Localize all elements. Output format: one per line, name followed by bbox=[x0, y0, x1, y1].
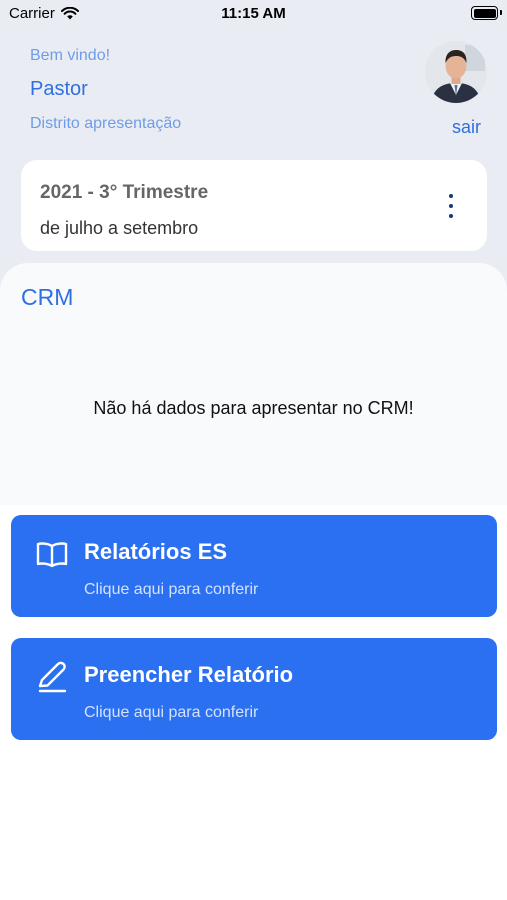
battery-tip bbox=[500, 10, 502, 15]
fill-report-title: Preencher Relatório bbox=[84, 662, 294, 687]
battery-icon bbox=[471, 6, 498, 20]
welcome-text: Bem vindo! bbox=[30, 47, 111, 64]
status-bar: Carrier 11:15 AM bbox=[0, 0, 507, 28]
clock: 11:15 AM bbox=[221, 5, 286, 22]
crm-empty-message: Não há dados para apresentar no CRM! bbox=[93, 398, 414, 418]
user-role: Pastor bbox=[30, 78, 88, 100]
period-title: 2021 - 3° Trimestre bbox=[40, 182, 209, 203]
reports-es-subtitle: Clique aqui para conferir bbox=[84, 581, 259, 598]
header-background bbox=[0, 0, 507, 300]
period-card[interactable]: 2021 - 3° Trimestre de julho a setembro bbox=[21, 160, 487, 251]
book-icon bbox=[36, 542, 68, 568]
fill-report-subtitle: Clique aqui para conferir bbox=[84, 704, 259, 721]
crm-title: CRM bbox=[21, 284, 74, 310]
pencil-icon bbox=[38, 661, 67, 693]
avatar[interactable] bbox=[425, 41, 487, 103]
period-range: de julho a setembro bbox=[40, 218, 199, 238]
more-options-icon[interactable] bbox=[445, 194, 457, 218]
fill-report-button[interactable]: Preencher Relatório Clique aqui para con… bbox=[11, 638, 497, 740]
reports-es-button[interactable]: Relatórios ES Clique aqui para conferir bbox=[11, 515, 497, 617]
reports-es-title: Relatórios ES bbox=[84, 539, 228, 564]
district-name: Distrito apresentação bbox=[30, 115, 182, 132]
avatar-photo bbox=[425, 41, 487, 103]
logout-link[interactable]: sair bbox=[452, 117, 481, 138]
